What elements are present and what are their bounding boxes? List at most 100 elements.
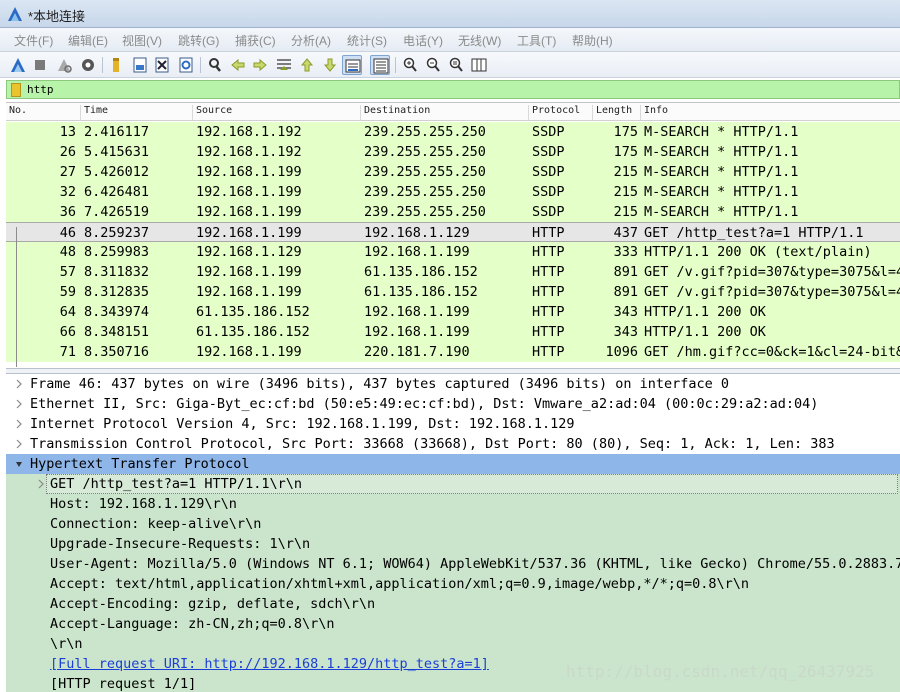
packet-source: 192.168.1.199 bbox=[196, 225, 302, 241]
tree-item-text: [HTTP request 1/1] bbox=[50, 676, 197, 692]
menu-go[interactable]: 跳转(G) bbox=[178, 32, 219, 49]
expand-arrow-icon[interactable] bbox=[14, 418, 24, 430]
tree-item-header[interactable]: Connection: keep-alive\r\n bbox=[6, 514, 900, 534]
main-toolbar bbox=[0, 52, 900, 78]
column-header-time[interactable]: Time bbox=[80, 105, 108, 120]
packet-row[interactable]: 27 5.426012 192.168.1.199 239.255.255.250 SS… bbox=[6, 162, 900, 182]
window-title: *本地连接 bbox=[28, 9, 86, 24]
tree-item-tcp[interactable]: Transmission Control Protocol, Src Port:… bbox=[6, 434, 900, 454]
packet-info: GET /v.gif?pid=307&type=3075&l=4 bbox=[644, 284, 900, 300]
tree-item-http[interactable]: Hypertext Transfer Protocol bbox=[6, 454, 900, 474]
goto-packet-icon[interactable] bbox=[274, 55, 294, 75]
tree-item-header[interactable]: Host: 192.168.1.129\r\n bbox=[6, 494, 900, 514]
colorize-icon[interactable] bbox=[370, 55, 390, 75]
menu-capture[interactable]: 捕获(C) bbox=[235, 32, 276, 49]
tree-item-header[interactable]: User-Agent: Mozilla/5.0 (Windows NT 6.1;… bbox=[6, 554, 900, 574]
stop-icon[interactable] bbox=[30, 55, 50, 75]
menu-telephony[interactable]: 电话(Y) bbox=[403, 32, 443, 49]
packet-destination: 239.255.255.250 bbox=[364, 164, 486, 180]
packet-length: 215 bbox=[613, 164, 638, 180]
packet-info: M-SEARCH * HTTP/1.1 bbox=[644, 124, 799, 140]
packet-list[interactable]: No. Time Source Destination Protocol Len… bbox=[6, 102, 900, 368]
display-filter-input[interactable] bbox=[27, 82, 887, 97]
packet-length: 333 bbox=[613, 244, 638, 260]
packet-row[interactable]: 36 7.426519 192.168.1.199 239.255.255.250 SS… bbox=[6, 202, 900, 222]
first-packet-icon[interactable] bbox=[297, 55, 317, 75]
find-icon[interactable] bbox=[205, 55, 225, 75]
packet-row[interactable]: 59 8.312835 192.168.1.199 61.135.186.152 HTT… bbox=[6, 282, 900, 302]
related-packet-line bbox=[16, 227, 17, 367]
packet-length: 175 bbox=[613, 144, 638, 160]
packet-row[interactable]: 66 8.348151 61.135.186.152 192.168.1.199 HTT… bbox=[6, 322, 900, 342]
packet-row[interactable]: 71 8.350716 192.168.1.199 220.181.7.190 HTTP… bbox=[6, 342, 900, 362]
packet-protocol: HTTP bbox=[532, 324, 565, 340]
tree-item-frame[interactable]: Frame 46: 437 bytes on wire (3496 bits),… bbox=[6, 374, 900, 394]
menu-wireless[interactable]: 无线(W) bbox=[458, 32, 501, 49]
reload-icon[interactable] bbox=[176, 55, 196, 75]
shark-fin-start-icon[interactable] bbox=[8, 55, 28, 75]
packet-details-tree[interactable]: Frame 46: 437 bytes on wire (3496 bits),… bbox=[6, 374, 900, 692]
packet-destination: 239.255.255.250 bbox=[364, 204, 486, 220]
tree-item-request-line[interactable]: GET /http_test?a=1 HTTP/1.1\r\n bbox=[6, 474, 900, 494]
packet-protocol: HTTP bbox=[532, 264, 565, 280]
packet-time: 5.426012 bbox=[84, 164, 150, 180]
zoom-normal-icon[interactable] bbox=[446, 55, 466, 75]
zoom-out-icon[interactable] bbox=[423, 55, 443, 75]
packet-time: 5.415631 bbox=[84, 144, 150, 160]
column-header-protocol[interactable]: Protocol bbox=[528, 105, 580, 120]
tree-item-header[interactable]: Upgrade-Insecure-Requests: 1\r\n bbox=[6, 534, 900, 554]
packet-time: 8.311832 bbox=[84, 264, 150, 280]
menu-analyze[interactable]: 分析(A) bbox=[291, 32, 331, 49]
column-header-destination[interactable]: Destination bbox=[360, 105, 430, 120]
packet-row[interactable]: 26 5.415631 192.168.1.192 239.255.255.250 SS… bbox=[6, 142, 900, 162]
save-file-icon[interactable] bbox=[130, 55, 150, 75]
packet-time: 8.350716 bbox=[84, 344, 150, 360]
back-arrow-icon[interactable] bbox=[228, 55, 248, 75]
menu-tools[interactable]: 工具(T) bbox=[517, 32, 556, 49]
resize-columns-icon[interactable] bbox=[469, 55, 489, 75]
collapse-arrow-icon[interactable] bbox=[14, 458, 24, 470]
packet-protocol: SSDP bbox=[532, 144, 565, 160]
bookmark-icon[interactable] bbox=[11, 83, 21, 97]
packet-info: M-SEARCH * HTTP/1.1 bbox=[644, 184, 799, 200]
tree-item-header[interactable]: \r\n bbox=[6, 634, 900, 654]
tree-item-header[interactable]: Accept-Language: zh-CN,zh;q=0.8\r\n bbox=[6, 614, 900, 634]
options-gear-icon[interactable] bbox=[78, 55, 98, 75]
expand-arrow-icon[interactable] bbox=[36, 478, 46, 490]
column-header-source[interactable]: Source bbox=[192, 105, 232, 120]
menu-file[interactable]: 文件(F) bbox=[14, 32, 53, 49]
column-header-length[interactable]: Length bbox=[592, 105, 632, 120]
autoscroll-icon[interactable] bbox=[342, 55, 362, 75]
last-packet-icon[interactable] bbox=[320, 55, 340, 75]
tree-item-text: Host: 192.168.1.129\r\n bbox=[50, 496, 237, 512]
menu-view[interactable]: 视图(V) bbox=[122, 32, 162, 49]
packet-row[interactable]: 32 6.426481 192.168.1.199 239.255.255.250 SS… bbox=[6, 182, 900, 202]
menu-statistics[interactable]: 统计(S) bbox=[347, 32, 387, 49]
packet-destination: 192.168.1.199 bbox=[364, 324, 470, 340]
packet-row-selected[interactable]: 46 8.259237 192.168.1.199 192.168.1.129 HTTP… bbox=[6, 222, 900, 242]
zoom-in-icon[interactable] bbox=[400, 55, 420, 75]
packet-row[interactable]: 64 8.343974 61.135.186.152 192.168.1.199 HTT… bbox=[6, 302, 900, 322]
full-request-uri-link[interactable]: [Full request URI: http://192.168.1.129/… bbox=[50, 656, 489, 672]
packet-row[interactable]: 57 8.311832 192.168.1.199 61.135.186.152 HTT… bbox=[6, 262, 900, 282]
packet-row[interactable]: 48 8.259983 192.168.1.129 192.168.1.199 HTTP… bbox=[6, 242, 900, 262]
menu-edit[interactable]: 编辑(E) bbox=[68, 32, 108, 49]
restart-icon[interactable] bbox=[54, 55, 74, 75]
close-file-icon[interactable] bbox=[152, 55, 172, 75]
packet-info: GET /http_test?a=1 HTTP/1.1 bbox=[644, 225, 864, 241]
packet-row[interactable]: 13 2.416117 192.168.1.192 239.255.255.250 SS… bbox=[6, 122, 900, 142]
tree-item-ipv4[interactable]: Internet Protocol Version 4, Src: 192.16… bbox=[6, 414, 900, 434]
menu-help[interactable]: 帮助(H) bbox=[572, 32, 613, 49]
expand-arrow-icon[interactable] bbox=[14, 398, 24, 410]
expand-arrow-icon[interactable] bbox=[14, 438, 24, 450]
column-header-no[interactable]: No. bbox=[6, 105, 27, 120]
watermark: http://blog.csdn.net/qq_26437925 bbox=[566, 662, 875, 681]
open-folder-icon[interactable] bbox=[106, 55, 126, 75]
expand-arrow-icon[interactable] bbox=[14, 378, 24, 390]
tree-item-header[interactable]: Accept: text/html,application/xhtml+xml,… bbox=[6, 574, 900, 594]
tree-item-ethernet[interactable]: Ethernet II, Src: Giga-Byt_ec:cf:bd (50:… bbox=[6, 394, 900, 414]
forward-arrow-icon[interactable] bbox=[250, 55, 270, 75]
packet-destination: 239.255.255.250 bbox=[364, 144, 486, 160]
column-header-info[interactable]: Info bbox=[640, 105, 668, 120]
tree-item-header[interactable]: Accept-Encoding: gzip, deflate, sdch\r\n bbox=[6, 594, 900, 614]
